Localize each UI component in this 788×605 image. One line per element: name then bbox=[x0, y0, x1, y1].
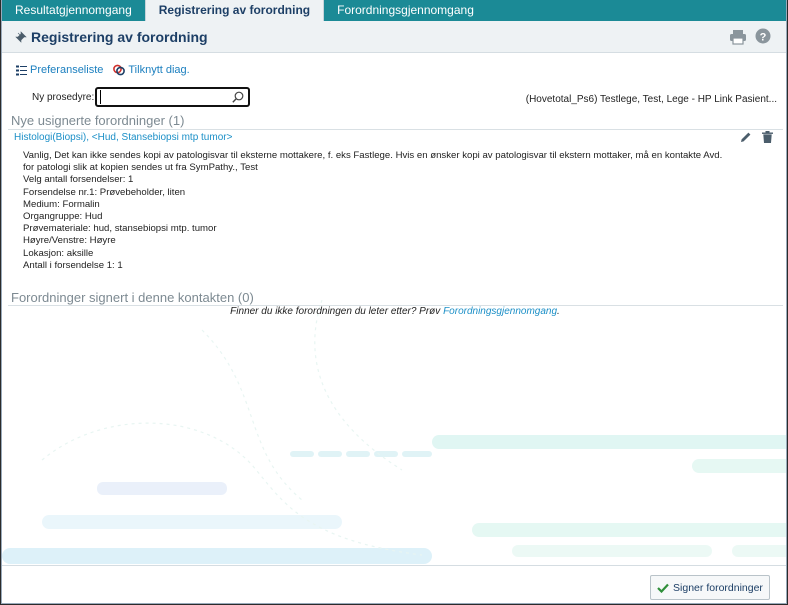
order-details: Vanlig, Det kan ikke sendes kopi av pato… bbox=[23, 150, 723, 272]
link-diagnosis-label: Tilknytt diag. bbox=[128, 64, 190, 76]
search-icon[interactable] bbox=[232, 91, 244, 103]
checkmark-icon bbox=[657, 583, 669, 593]
new-procedure-input[interactable] bbox=[100, 90, 230, 104]
search-hint-end: . bbox=[557, 306, 560, 317]
svg-text:?: ? bbox=[760, 31, 767, 43]
order-detail-line: Forsendelse nr.1: Prøvebeholder, liten bbox=[23, 186, 186, 198]
tab-resultatgjennomgang[interactable]: Resultatgjennomgang bbox=[2, 0, 145, 21]
order-detail-line: Lokasjon: aksille bbox=[23, 247, 94, 259]
new-procedure-label: Ny prosedyre: bbox=[32, 92, 95, 103]
section-divider bbox=[8, 129, 783, 130]
link-diagnosis-icon bbox=[113, 64, 126, 76]
help-icon[interactable]: ? bbox=[755, 28, 771, 44]
preferences-list-label: Preferanseliste bbox=[30, 64, 104, 76]
link-diagnosis-link[interactable]: Tilknytt diag. bbox=[113, 64, 190, 76]
sign-orders-button[interactable]: Signer forordninger bbox=[650, 575, 770, 600]
order-toolbar: Preferanseliste Tilknytt diag. bbox=[16, 63, 200, 77]
pin-icon[interactable] bbox=[15, 31, 27, 43]
order-detail-line: Høyre/Venstre: Høyre bbox=[23, 235, 116, 247]
pencil-icon[interactable] bbox=[740, 131, 752, 143]
order-detail-line: Prøvemateriale: hud, stansebiopsi mtp. t… bbox=[23, 223, 217, 235]
order-detail-line: Organgruppe: Hud bbox=[23, 211, 103, 223]
list-icon bbox=[16, 65, 27, 75]
order-detail-line: Velg antall forsendelser: 1 bbox=[23, 174, 134, 186]
patient-info: (Hovetotal_Ps6) Testlege, Test, Lege - H… bbox=[525, 94, 777, 105]
background-decoration bbox=[2, 300, 786, 564]
preferences-list-link[interactable]: Preferanseliste bbox=[16, 64, 103, 76]
footer-bar: Signer forordninger bbox=[2, 565, 786, 603]
unsigned-orders-title: Nye usignerte forordninger (1) bbox=[11, 113, 185, 128]
trash-icon[interactable] bbox=[762, 131, 773, 143]
signed-orders-title: Forordninger signert i denne kontakten (… bbox=[11, 290, 254, 305]
forordningsgjennomgang-link[interactable]: Forordningsgjennomgang bbox=[443, 306, 557, 317]
tab-registrering-av-forordning[interactable]: Registrering av forordning bbox=[144, 0, 325, 21]
search-hint-text: Finner du ikke forordningen du leter ett… bbox=[230, 306, 441, 317]
order-detail-line: Vanlig, Det kan ikke sendes kopi av pato… bbox=[23, 150, 725, 174]
app-window: Resultatgjennomgang Registrering av foro… bbox=[1, 0, 787, 604]
tab-bar: Resultatgjennomgang Registrering av foro… bbox=[2, 0, 786, 21]
search-hint: Finner du ikke forordningen du leter ett… bbox=[2, 306, 786, 317]
page-header: Registrering av forordning ? bbox=[2, 21, 786, 53]
page-title: Registrering av forordning bbox=[31, 29, 208, 45]
order-detail-line: Medium: Formalin bbox=[23, 198, 100, 210]
order-detail-line: Antall i forsendelse 1: 1 bbox=[23, 259, 123, 271]
printer-icon[interactable] bbox=[729, 29, 747, 45]
new-procedure-field bbox=[95, 87, 250, 107]
sign-orders-label: Signer forordninger bbox=[673, 581, 763, 594]
order-header-link[interactable]: Histologi(Biopsi), <Hud, Stansebiopsi mt… bbox=[14, 132, 232, 143]
tab-forordningsgjennomgang[interactable]: Forordningsgjennomgang bbox=[324, 0, 487, 21]
